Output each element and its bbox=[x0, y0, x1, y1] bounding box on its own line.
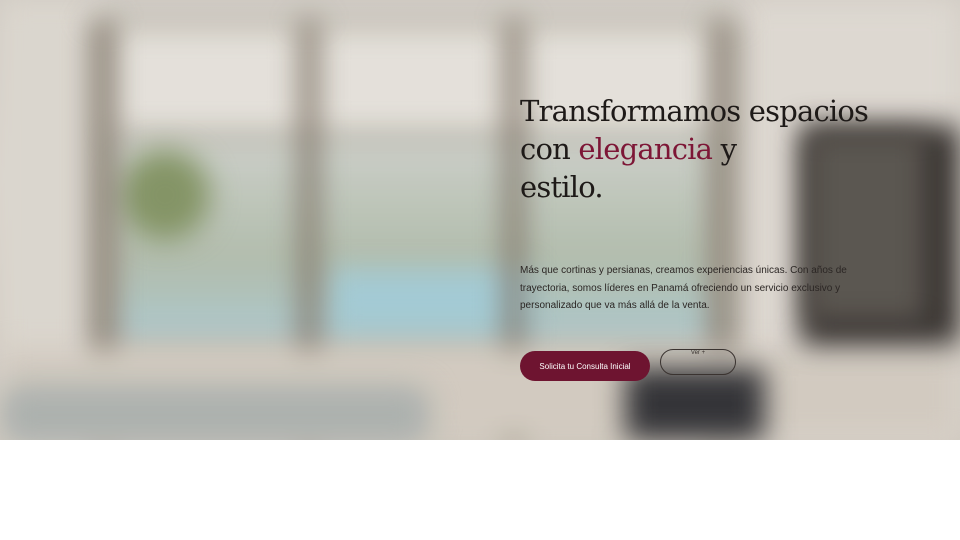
secondary-button[interactable]: Ver + bbox=[660, 349, 736, 375]
consultation-cta-button[interactable]: Solicita tu Consulta Inicial bbox=[520, 351, 650, 381]
headline-accent-word: elegancia bbox=[578, 132, 713, 166]
hero-headline: Transformamos espacios con elegancia y e… bbox=[520, 92, 940, 206]
hero-section: Transformamos espacios con elegancia y e… bbox=[0, 0, 960, 440]
headline-line2-pre: con bbox=[520, 132, 579, 166]
headline-line3: estilo. bbox=[520, 170, 604, 204]
hero-description: Más que cortinas y persianas, creamos ex… bbox=[520, 265, 847, 311]
headline-line1: Transformamos espacios bbox=[520, 94, 869, 128]
headline-line2-post: y bbox=[712, 132, 737, 166]
bg-overlay bbox=[0, 0, 960, 440]
